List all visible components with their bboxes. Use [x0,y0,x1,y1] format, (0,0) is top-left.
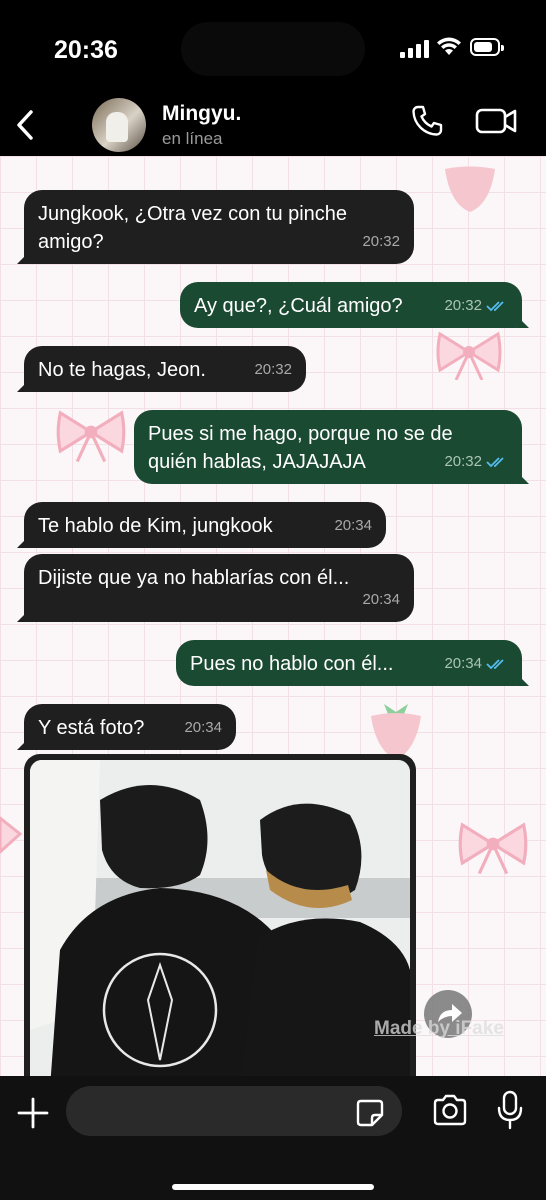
avatar[interactable] [92,98,146,152]
message-time: 20:34 [184,719,222,736]
phone-icon[interactable] [410,104,444,138]
message-text: Jungkook, ¿Otra vez con tu pinche amigo? [38,203,348,253]
contact-name[interactable]: Mingyu. [162,102,241,126]
bow-decoration-icon [56,410,126,462]
message-bubble-incoming[interactable]: Te hablo de Kim, jungkook 20:34 [17,502,386,548]
message-input[interactable] [66,1086,402,1136]
message-time: 20:34 [334,517,372,534]
cellular-signal-icon [400,40,430,58]
presence-status: en línea [162,129,223,148]
message-time: 20:32 [254,361,292,378]
message-time: 20:32 [444,297,482,314]
message-bubble-incoming[interactable]: Dijiste que ya no hablarías con él... 20… [17,554,414,622]
strawberry-decoration-icon [371,704,421,760]
bow-decoration-icon [436,331,502,380]
sticker-icon[interactable] [355,1098,385,1128]
watermark-text: Made by iFake [374,1018,504,1039]
chat-header: Mingyu. en línea [0,96,546,156]
home-indicator[interactable] [172,1184,374,1190]
camera-icon[interactable] [432,1094,468,1126]
bow-decoration-icon [458,822,528,874]
message-text: Te hablo de Kim, jungkook [38,515,273,537]
bow-decoration-icon [0,816,23,855]
read-ticks-icon [486,659,504,670]
battery-icon [470,38,504,56]
message-bubble-outgoing[interactable]: Pues si me hago, porque no se de quién h… [134,410,529,484]
read-ticks-icon [486,457,504,468]
microphone-icon[interactable] [496,1090,524,1130]
dynamic-island [181,22,365,76]
message-time: 20:32 [444,453,482,470]
input-bar [0,1076,546,1200]
chevron-left-icon[interactable] [12,106,38,144]
status-bar: 20:36 [0,0,546,96]
message-time: 20:32 [362,233,400,250]
message-bubble-incoming[interactable]: Jungkook, ¿Otra vez con tu pinche amigo?… [17,190,414,264]
message-bubble-outgoing[interactable]: Pues no hablo con él... 20:34 [176,640,529,686]
message-bubble-incoming[interactable]: Y está foto? 20:34 [17,704,236,750]
photo-message[interactable] [24,754,416,1076]
status-time: 20:36 [54,36,118,64]
message-time: 20:34 [362,591,400,608]
photo-content [30,760,410,1076]
message-time: 20:34 [444,655,482,672]
read-ticks-icon [486,301,504,312]
photo-image[interactable] [30,760,410,1076]
chat-area[interactable]: Jungkook, ¿Otra vez con tu pinche amigo?… [0,156,546,1076]
message-text: Dijiste que ya no hablarías con él... [38,567,350,589]
wifi-icon [437,37,461,55]
strawberry-decoration-icon [445,166,495,212]
video-camera-icon[interactable] [474,104,518,138]
plus-icon[interactable] [16,1096,50,1130]
message-bubble-outgoing[interactable]: Ay que?, ¿Cuál amigo? 20:32 [180,282,529,328]
message-bubble-incoming[interactable]: No te hagas, Jeon. 20:32 [17,346,306,392]
